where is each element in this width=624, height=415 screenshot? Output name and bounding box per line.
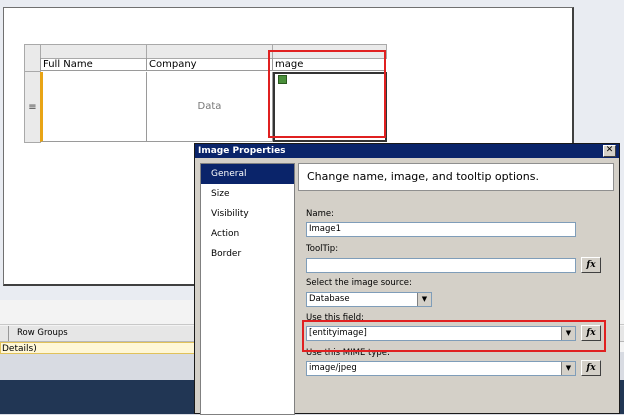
column-handle-1[interactable] (40, 44, 146, 59)
row-handle-header[interactable] (24, 58, 41, 72)
dialog-title-bar[interactable]: Image Properties ✕ (195, 144, 619, 158)
mime-type-select[interactable]: image/jpeg ▼ (306, 361, 576, 376)
header-cell-full-name[interactable]: Full Name (40, 58, 146, 71)
chevron-down-icon[interactable]: ▼ (417, 293, 431, 306)
image-source-value: Database (309, 294, 350, 304)
nav-item-action[interactable]: Action (201, 224, 294, 244)
tooltip-fx-button[interactable]: fx (581, 257, 601, 273)
chevron-down-icon[interactable]: ▼ (561, 362, 575, 375)
image-properties-dialog: Image Properties ✕ General Size Visibili… (194, 143, 620, 415)
tooltip-field[interactable] (306, 258, 576, 273)
use-field-highlight (302, 320, 606, 352)
tablix-corner-handle[interactable] (24, 44, 41, 59)
image-source-select[interactable]: Database ▼ (306, 292, 432, 307)
close-button[interactable]: ✕ (603, 145, 616, 157)
dialog-content: Change name, image, and tooltip options.… (298, 163, 614, 413)
nav-item-general[interactable]: General (201, 164, 294, 184)
data-cell-company[interactable]: Data (146, 72, 272, 142)
name-label: Name: (306, 209, 334, 219)
page-banner: Change name, image, and tooltip options. (298, 163, 614, 191)
column-handle-2[interactable] (146, 44, 272, 59)
header-cell-company[interactable]: Company (146, 58, 272, 71)
name-field[interactable]: Image1 (306, 222, 576, 237)
nav-item-visibility[interactable]: Visibility (201, 204, 294, 224)
data-cell-full-name[interactable] (40, 72, 146, 142)
mime-fx-button[interactable]: fx (581, 360, 601, 376)
row-handle-details[interactable]: ≡ (24, 72, 41, 143)
tooltip-label: ToolTip: (306, 244, 339, 254)
mime-type-value: image/jpeg (309, 363, 357, 373)
details-group-item[interactable]: Details) (0, 342, 210, 354)
image-source-label: Select the image source: (306, 278, 412, 288)
row-groups-label: Row Groups (8, 326, 68, 341)
close-icon: ✕ (605, 145, 614, 155)
dialog-nav: General Size Visibility Action Border (200, 163, 295, 415)
nav-item-size[interactable]: Size (201, 184, 294, 204)
dialog-title: Image Properties (198, 146, 286, 156)
details-row-icon: ≡ (28, 101, 37, 113)
nav-item-border[interactable]: Border (201, 244, 294, 264)
image-cell-highlight (268, 50, 386, 138)
